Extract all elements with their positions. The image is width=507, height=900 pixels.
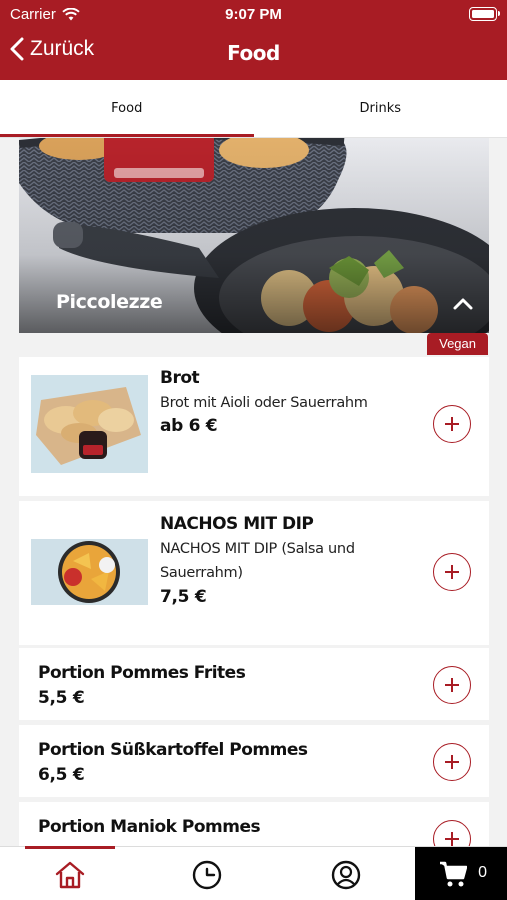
cart-icon xyxy=(440,861,467,887)
add-to-cart-button[interactable] xyxy=(433,820,471,846)
app-header: Carrier 9:07 PM Zurück Food xyxy=(0,0,507,80)
item-price: ab 6 € xyxy=(160,416,218,436)
category-title: Piccolezze xyxy=(56,291,163,313)
add-to-cart-button[interactable] xyxy=(433,666,471,704)
menu-content[interactable]: Piccolezze Vegan Brot Brot mit Aioli ode… xyxy=(0,138,507,846)
battery-icon xyxy=(469,7,500,21)
nav-bar: Zurück Food xyxy=(0,30,507,76)
item-name: Portion Süßkartoffel Pommes xyxy=(38,740,308,760)
item-name: NACHOS MIT DIP xyxy=(160,514,314,534)
item-name: Portion Pommes Frites xyxy=(38,663,246,683)
tab-drinks[interactable]: Drinks xyxy=(254,80,507,137)
item-name: Portion Maniok Pommes xyxy=(38,817,261,837)
page-title: Food xyxy=(227,41,280,65)
clock-icon[interactable] xyxy=(190,858,224,892)
cart-count: 0 xyxy=(478,864,487,881)
menu-item-suesskartoffel-pommes[interactable]: Portion Süßkartoffel Pommes 6,5 € xyxy=(19,725,489,797)
profile-icon[interactable] xyxy=(329,858,363,892)
item-description: Brot mit Aioli oder Sauerrahm xyxy=(160,395,368,411)
brot-photo xyxy=(31,375,148,473)
app-screen: Carrier 9:07 PM Zurück Food Food Drinks xyxy=(0,0,507,900)
add-to-cart-button[interactable] xyxy=(433,405,471,443)
status-time: 9:07 PM xyxy=(225,6,282,23)
item-price: 5,5 € xyxy=(38,688,85,708)
bottom-tab-bar: 0 xyxy=(0,846,507,900)
item-description-line2: Sauerrahm) xyxy=(160,565,243,581)
item-image-brot xyxy=(31,375,148,473)
item-price: 6,5 € xyxy=(38,765,85,785)
item-description-line1: NACHOS MIT DIP (Salsa und xyxy=(160,541,355,557)
menu-item-nachos[interactable]: NACHOS MIT DIP NACHOS MIT DIP (Salsa und… xyxy=(19,501,489,645)
item-image-nachos xyxy=(31,539,148,605)
active-tab-indicator xyxy=(25,846,115,849)
tab-food[interactable]: Food xyxy=(0,80,254,137)
category-tabs: Food Drinks xyxy=(0,80,507,138)
menu-item-pommes-frites[interactable]: Portion Pommes Frites 5,5 € xyxy=(19,648,489,720)
home-icon[interactable] xyxy=(53,858,87,892)
menu-item-maniok-pommes[interactable]: Portion Maniok Pommes xyxy=(19,802,489,846)
chevron-up-icon[interactable] xyxy=(451,292,475,316)
add-to-cart-button[interactable] xyxy=(433,553,471,591)
menu-item-brot[interactable]: Brot Brot mit Aioli oder Sauerrahm ab 6 … xyxy=(19,357,489,496)
nachos-photo xyxy=(31,539,148,605)
status-bar: Carrier 9:07 PM xyxy=(0,0,507,28)
cart-button[interactable]: 0 xyxy=(415,847,507,900)
category-banner[interactable]: Piccolezze xyxy=(19,138,489,333)
vegan-badge: Vegan xyxy=(427,333,488,355)
item-price: 7,5 € xyxy=(160,587,207,607)
item-name: Brot xyxy=(160,368,200,388)
add-to-cart-button[interactable] xyxy=(433,743,471,781)
